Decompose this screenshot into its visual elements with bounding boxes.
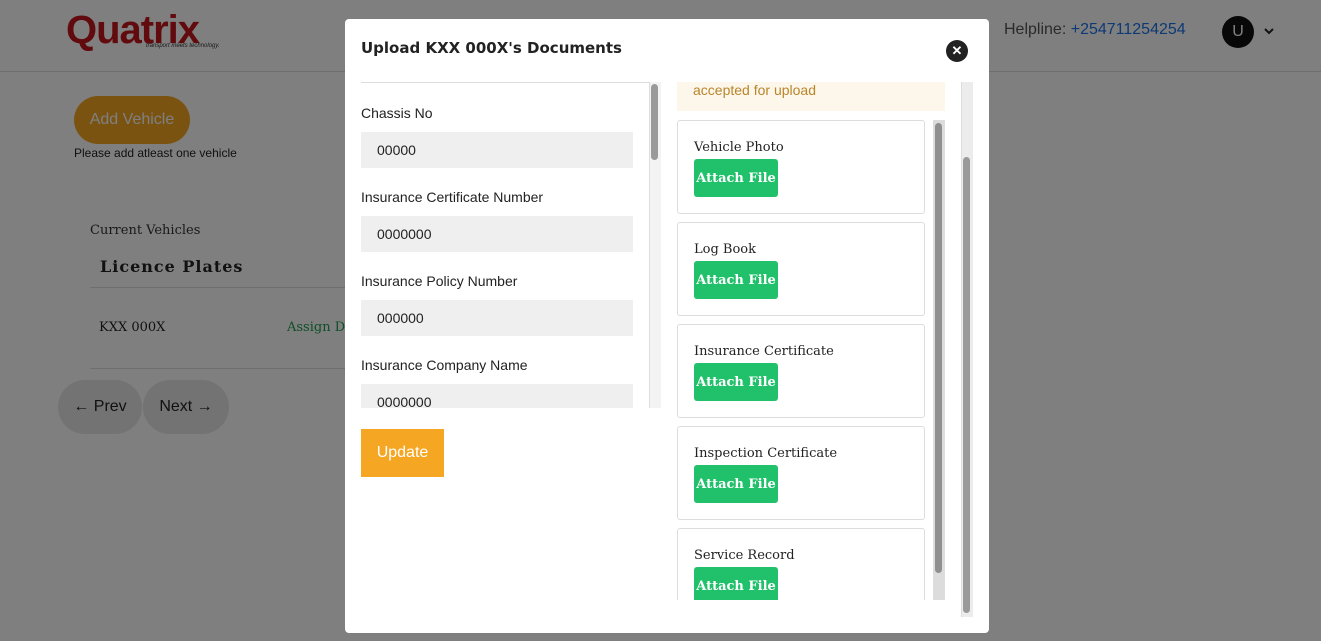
upload-documents-modal: Upload KXX 000X's Documents ✕ Chassis No… <box>345 19 989 633</box>
document-name: Log Book <box>694 242 756 257</box>
attach-file-button[interactable]: Attach File <box>694 465 778 503</box>
attach-file-button[interactable]: Attach File <box>694 261 778 299</box>
form-scrollbar-thumb[interactable] <box>651 84 658 160</box>
upload-notice: accepted for upload <box>677 82 945 111</box>
modal-title: Upload KXX 000X's Documents <box>361 39 622 57</box>
vehicle-details-form: Chassis No Insurance Certificate Number … <box>361 82 661 408</box>
insurance-policy-number-input[interactable] <box>361 300 633 336</box>
attach-file-button[interactable]: Attach File <box>694 363 778 401</box>
close-icon[interactable]: ✕ <box>946 40 968 62</box>
document-card-vehicle-photo: Vehicle Photo Attach File <box>677 120 925 214</box>
document-name: Inspection Certificate <box>694 446 838 461</box>
insurance-certificate-number-label: Insurance Certificate Number <box>361 189 544 205</box>
insurance-company-name-input[interactable] <box>361 384 633 408</box>
insurance-company-name-label: Insurance Company Name <box>361 357 528 373</box>
chassis-no-label: Chassis No <box>361 105 433 121</box>
update-button[interactable]: Update <box>361 429 444 477</box>
document-list-scrollbar-thumb[interactable] <box>935 123 942 573</box>
document-card-log-book: Log Book Attach File <box>677 222 925 316</box>
document-list: Vehicle Photo Attach File Log Book Attac… <box>677 120 925 600</box>
insurance-certificate-number-input[interactable] <box>361 216 633 252</box>
upload-notice-text: accepted for upload <box>693 82 816 98</box>
document-card-inspection-certificate: Inspection Certificate Attach File <box>677 426 925 520</box>
attach-file-button[interactable]: Attach File <box>694 159 778 197</box>
attach-file-button[interactable]: Attach File <box>694 567 778 600</box>
document-name: Insurance Certificate <box>694 344 834 359</box>
chassis-no-input[interactable] <box>361 132 633 168</box>
insurance-policy-number-label: Insurance Policy Number <box>361 273 518 289</box>
document-card-service-record: Service Record Attach File <box>677 528 925 600</box>
document-name: Vehicle Photo <box>694 140 784 155</box>
modal-scrollbar-thumb[interactable] <box>963 157 970 613</box>
document-name: Service Record <box>694 548 795 563</box>
document-card-insurance-certificate: Insurance Certificate Attach File <box>677 324 925 418</box>
